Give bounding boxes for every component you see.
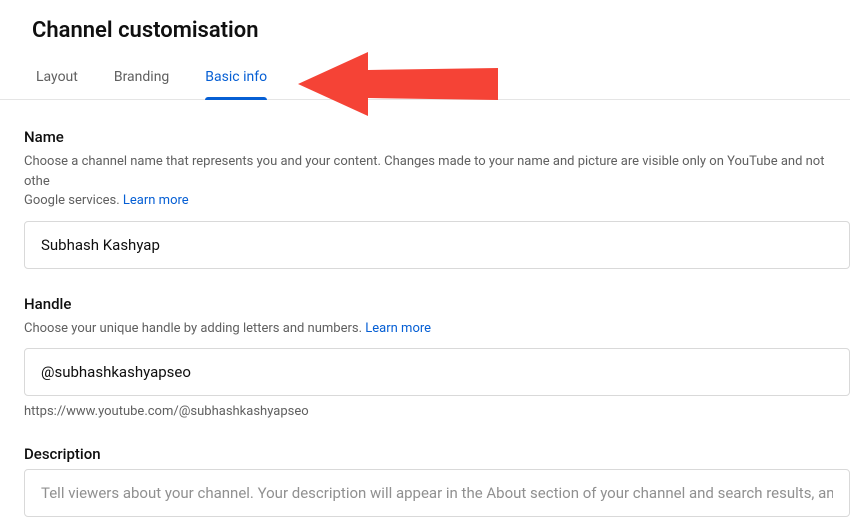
channel-name-input[interactable]: [24, 221, 850, 269]
content-area: Name Choose a channel name that represen…: [0, 100, 850, 517]
handle-label: Handle: [24, 295, 850, 313]
tab-basic-info[interactable]: Basic info: [205, 69, 267, 99]
tabs-bar: Layout Branding Basic info: [0, 43, 850, 100]
name-label: Name: [24, 128, 850, 146]
description-section: Description: [24, 445, 850, 517]
handle-learn-more-link[interactable]: Learn more: [365, 321, 431, 336]
description-input[interactable]: [24, 469, 850, 517]
handle-section: Handle Choose your unique handle by addi…: [24, 295, 850, 420]
name-learn-more-link[interactable]: Learn more: [123, 193, 189, 208]
tab-branding[interactable]: Branding: [114, 69, 169, 99]
name-desc-line2: Google services.: [24, 193, 123, 208]
page-title: Channel customisation: [0, 0, 850, 43]
description-label: Description: [24, 445, 850, 463]
tab-layout[interactable]: Layout: [36, 69, 78, 99]
name-desc-line1: Choose a channel name that represents yo…: [24, 154, 824, 189]
name-section: Name Choose a channel name that represen…: [24, 128, 850, 269]
handle-description: Choose your unique handle by adding lett…: [24, 319, 850, 339]
handle-input[interactable]: [24, 348, 850, 396]
handle-url-text: https://www.youtube.com/@subhashkashyaps…: [24, 404, 850, 419]
name-description: Choose a channel name that represents yo…: [24, 152, 850, 211]
handle-desc-text: Choose your unique handle by adding lett…: [24, 321, 365, 336]
